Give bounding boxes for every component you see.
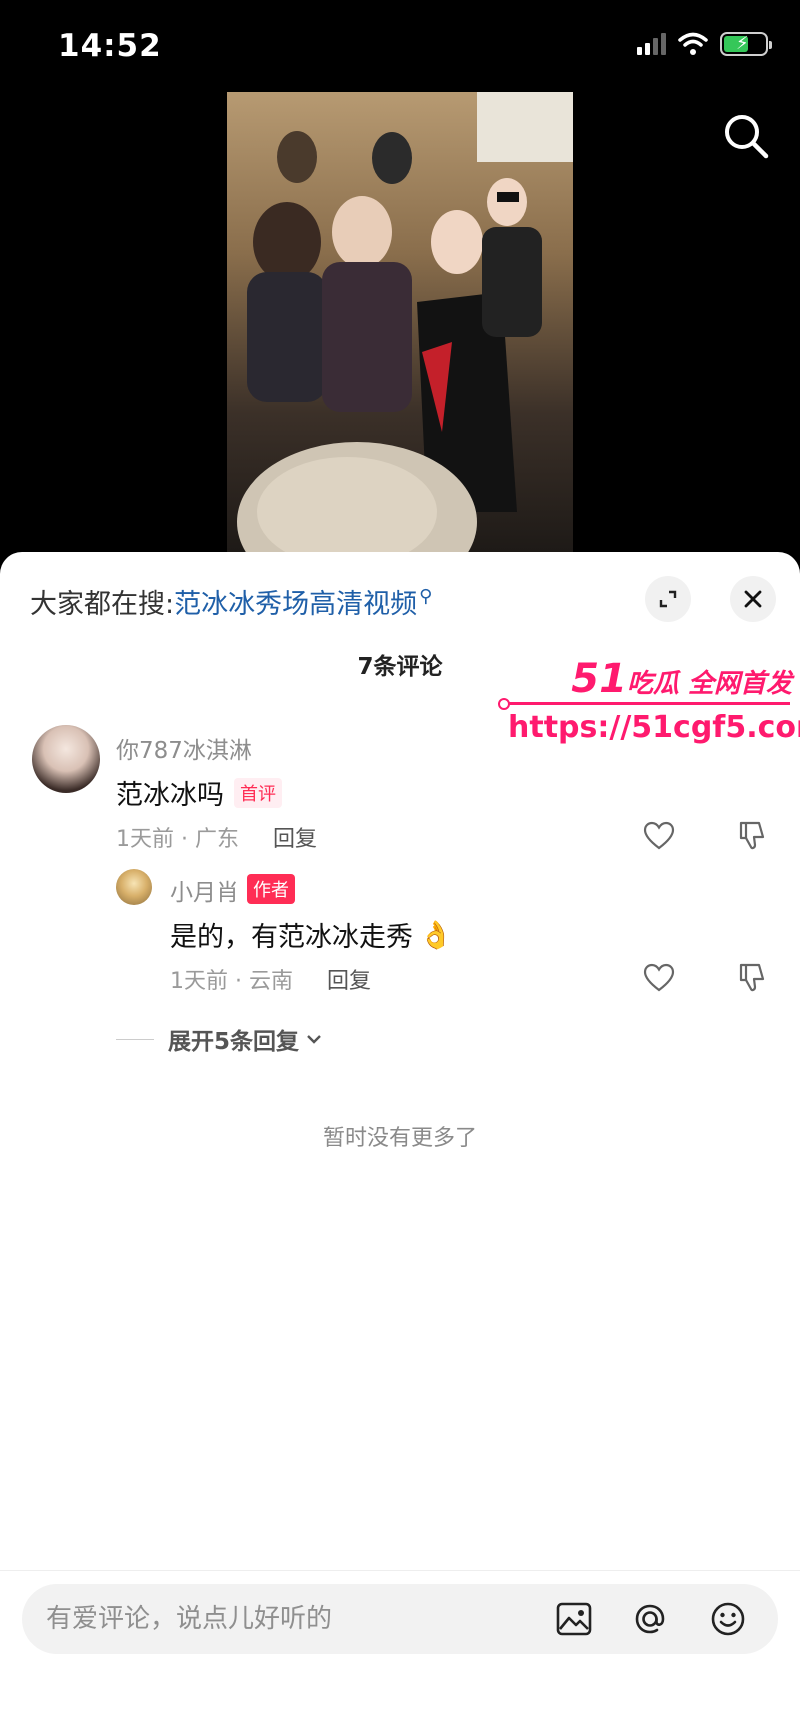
reply-time-location: 1天前 · 云南: [170, 969, 293, 994]
status-icons: ⚡: [637, 32, 772, 56]
dislike-icon[interactable]: [735, 963, 767, 993]
search-icon[interactable]: [720, 110, 772, 162]
reply-button[interactable]: 回复: [327, 963, 371, 995]
video-scene-image: [237, 92, 573, 552]
chevron-down-icon: [307, 1035, 321, 1044]
heart-icon[interactable]: [643, 963, 675, 993]
watermark-url: https://51cgf5.com: [508, 710, 800, 745]
comment-input[interactable]: [46, 1598, 526, 1640]
search-suggestion-prefix: 大家都在搜:: [30, 589, 175, 620]
avatar[interactable]: [32, 725, 100, 793]
comment-username[interactable]: 你787冰淇淋: [116, 731, 252, 765]
image-icon[interactable]: [554, 1599, 594, 1639]
comment-body: 范冰冰吗: [116, 780, 224, 811]
emoji-icon[interactable]: [708, 1599, 748, 1639]
heart-icon[interactable]: [643, 821, 675, 851]
comment-text: 范冰冰吗 首评: [116, 773, 282, 812]
dislike-icon[interactable]: [735, 821, 767, 851]
battery-icon: ⚡: [720, 32, 772, 56]
watermark-title: 51吃瓜 全网首发: [571, 656, 792, 702]
wifi-icon: [678, 32, 708, 55]
expand-divider: [116, 1038, 154, 1040]
expand-icon: [659, 590, 677, 608]
first-comment-badge: 首评: [234, 777, 282, 808]
expand-button[interactable]: [645, 576, 691, 622]
signal-icon: [637, 33, 666, 55]
reply-username[interactable]: 小月肖: [170, 873, 239, 907]
small-search-icon: ⚲: [419, 586, 433, 607]
expand-replies-button[interactable]: 展开5条回复: [116, 1022, 323, 1056]
status-time: 14:52: [58, 28, 162, 64]
status-bar: 14:52 ⚡: [0, 0, 800, 92]
comment-input-bar: [22, 1584, 778, 1654]
search-suggestion[interactable]: 大家都在搜: 范冰冰秀场高清视频 ⚲: [30, 582, 432, 621]
video-frame[interactable]: [227, 92, 573, 552]
watermark: 51吃瓜 全网首发 https://51cgf5.com: [498, 656, 800, 756]
reply-text: 是的，有范冰冰走秀 👌: [170, 915, 453, 954]
close-button[interactable]: [730, 576, 776, 622]
expand-replies-label: 展开5条回复: [168, 1029, 300, 1055]
search-suggestion-keyword[interactable]: 范冰冰秀场高清视频: [174, 582, 417, 621]
avatar[interactable]: [116, 869, 152, 905]
video-player[interactable]: [0, 92, 800, 552]
watermark-divider: [498, 698, 790, 710]
input-divider: [0, 1570, 800, 1571]
no-more-label: 暂时没有更多了: [322, 1126, 477, 1151]
ok-hand-emoji: 👌: [419, 919, 453, 951]
reply-body: 是的，有范冰冰走秀: [170, 922, 413, 953]
author-badge: 作者: [247, 874, 295, 904]
reply-button[interactable]: 回复: [273, 821, 317, 853]
comment-sheet: 大家都在搜: 范冰冰秀场高清视频 ⚲ 7条评论 51吃瓜 全网首发 https:…: [0, 552, 800, 1731]
close-icon: [744, 590, 762, 608]
reply-meta: 1天前 · 云南 回复: [170, 963, 371, 995]
reply-username-row: 小月肖 作者: [170, 873, 295, 907]
at-icon[interactable]: [630, 1599, 670, 1639]
comment-meta: 1天前 · 广东 回复: [116, 821, 317, 853]
comment-time-location: 1天前 · 广东: [116, 827, 239, 852]
